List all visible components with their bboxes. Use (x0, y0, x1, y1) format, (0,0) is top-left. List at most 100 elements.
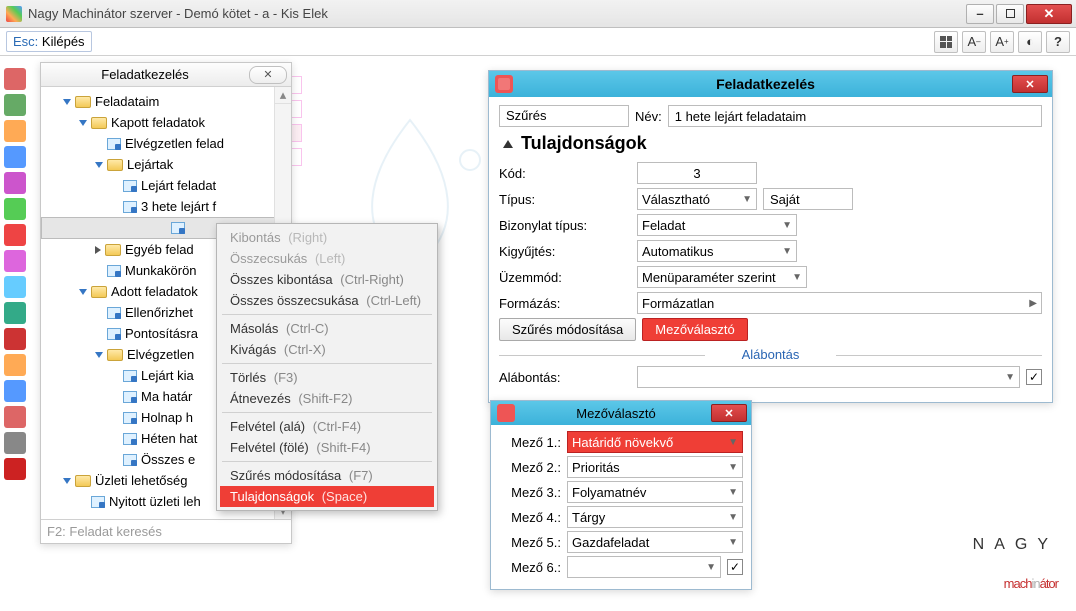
folder-icon (107, 349, 123, 361)
tree-item-label: Pontosításra (125, 326, 198, 341)
grid-view-button[interactable] (934, 31, 958, 53)
field-chooser-title: Mezőválasztó (521, 406, 711, 421)
tree-twisty-icon[interactable] (95, 162, 103, 168)
context-menu: Kibontás (Right)Összecsukás (Left)Összes… (216, 223, 438, 511)
tree-item-label: Adott feladatok (111, 284, 198, 299)
tree-item[interactable]: 3 hete lejárt f (41, 196, 291, 217)
sidebar-icon[interactable] (4, 406, 26, 428)
document-icon (123, 370, 137, 382)
font-decrease-button[interactable]: A– (962, 31, 986, 53)
tree-item[interactable]: Kapott feladatok (41, 112, 291, 133)
tree-twisty-icon[interactable] (95, 246, 101, 254)
context-menu-item[interactable]: Felvétel (alá) (Ctrl-F4) (220, 416, 434, 437)
context-menu-item[interactable]: Másolás (Ctrl-C) (220, 318, 434, 339)
context-menu-item[interactable]: Összes kibontása (Ctrl-Right) (220, 269, 434, 290)
document-icon (171, 222, 185, 234)
tree-twisty-icon[interactable] (63, 99, 71, 105)
tree-twisty-icon[interactable] (95, 352, 103, 358)
sidebar-icon[interactable] (4, 458, 26, 480)
kod-input[interactable] (637, 162, 757, 184)
mezo-select[interactable]: Folyamatnév▼ (567, 481, 743, 503)
tree-item[interactable]: Elvégzetlen felad (41, 133, 291, 154)
tipus-own-input[interactable] (763, 188, 853, 210)
mezo-select[interactable]: Tárgy▼ (567, 506, 743, 528)
alabontas-select[interactable]: ▼ (637, 366, 1020, 388)
document-icon (123, 201, 137, 213)
tree-twisty-icon[interactable] (79, 120, 87, 126)
mezo-check[interactable]: ✓ (727, 559, 743, 575)
field-chooser-icon (497, 404, 515, 422)
kod-label: Kód: (499, 166, 631, 181)
properties-window-title: Feladatkezelés (519, 76, 1012, 92)
kigy-select[interactable]: Automatikus▼ (637, 240, 797, 262)
group-collapse-icon[interactable] (503, 140, 513, 148)
sidebar-icon[interactable] (4, 224, 26, 246)
tree-item[interactable]: Lejártak (41, 154, 291, 175)
sidebar-icon[interactable] (4, 328, 26, 350)
alabontas-check[interactable]: ✓ (1026, 369, 1042, 385)
context-menu-item[interactable]: Összes összecsukása (Ctrl-Left) (220, 290, 434, 311)
uzemmod-select[interactable]: Menüparaméter szerint▼ (637, 266, 807, 288)
maximize-button[interactable] (996, 4, 1024, 24)
tree-item-label: Elvégzetlen (127, 347, 194, 362)
tipus-label: Típus: (499, 192, 631, 207)
sidebar-icon[interactable] (4, 354, 26, 376)
help-button[interactable]: ? (1046, 31, 1070, 53)
contrast-button[interactable]: ◐ (1018, 31, 1042, 53)
sidebar-icon[interactable] (4, 172, 26, 194)
mezo-select[interactable]: ▼ (567, 556, 721, 578)
formazas-select[interactable]: Formázatlan▶ (637, 292, 1042, 314)
name-label: Név: (635, 109, 662, 124)
sidebar-icon[interactable] (4, 68, 26, 90)
tree-twisty-icon[interactable] (63, 478, 71, 484)
mezo-select[interactable]: Gazdafeladat▼ (567, 531, 743, 553)
sidebar-icon[interactable] (4, 380, 26, 402)
sidebar-icon[interactable] (4, 146, 26, 168)
tree-item-label: Ma határ (141, 389, 192, 404)
left-icon-strip (4, 64, 30, 484)
sidebar-icon[interactable] (4, 250, 26, 272)
sidebar-icon[interactable] (4, 432, 26, 454)
mezo-select[interactable]: Prioritás▼ (567, 456, 743, 478)
name-input[interactable] (668, 105, 1042, 127)
tree-item-label: Kapott feladatok (111, 115, 205, 130)
uzemmod-label: Üzemmód: (499, 270, 631, 285)
context-menu-item[interactable]: Szűrés módosítása (F7) (220, 465, 434, 486)
field-chooser-window: Mezőválasztó ✕ Mező 1.:Határidő növekvő▼… (490, 400, 752, 590)
alabontas-divider: Alábontás (499, 347, 1042, 362)
field-chooser-close-button[interactable]: ✕ (711, 404, 747, 422)
minimize-button[interactable]: – (966, 4, 994, 24)
context-menu-item[interactable]: Kivágás (Ctrl-X) (220, 339, 434, 360)
tree-item-label: Nyitott üzleti leh (109, 494, 201, 509)
sidebar-icon[interactable] (4, 198, 26, 220)
tipus-select[interactable]: Választható▼ (637, 188, 757, 210)
biz-select[interactable]: Feladat▼ (637, 214, 797, 236)
context-menu-item[interactable]: Felvétel (fölé) (Shift-F4) (220, 437, 434, 458)
kigy-label: Kigyűjtés: (499, 244, 631, 259)
document-icon (123, 180, 137, 192)
tree-item-label: Holnap h (141, 410, 193, 425)
tree-twisty-icon[interactable] (79, 289, 87, 295)
close-button[interactable]: ✕ (1026, 4, 1072, 24)
mezo-row-label: Mező 3.: (499, 485, 561, 500)
tree-close-button[interactable]: ✕ (249, 66, 287, 84)
context-menu-item[interactable]: Tulajdonságok (Space) (220, 486, 434, 507)
mezo-select[interactable]: Határidő növekvő▼ (567, 431, 743, 453)
field-chooser-button[interactable]: Mezőválasztó (642, 318, 747, 341)
filter-edit-button[interactable]: Szűrés módosítása (499, 318, 636, 341)
tree-item-label: Héten hat (141, 431, 197, 446)
esc-exit-button[interactable]: Esc: Kilépés (6, 31, 92, 52)
tree-item-label: 3 hete lejárt f (141, 199, 216, 214)
tree-item-label: Lejárt feladat (141, 178, 216, 193)
properties-close-button[interactable]: ✕ (1012, 75, 1048, 93)
tree-item[interactable]: Lejárt feladat (41, 175, 291, 196)
sidebar-icon[interactable] (4, 94, 26, 116)
sidebar-icon[interactable] (4, 276, 26, 298)
context-menu-item[interactable]: Átnevezés (Shift-F2) (220, 388, 434, 409)
context-menu-item[interactable]: Törlés (F3) (220, 367, 434, 388)
sidebar-icon[interactable] (4, 120, 26, 142)
sidebar-icon[interactable] (4, 302, 26, 324)
tree-item-label: Üzleti lehetőség (95, 473, 188, 488)
font-increase-button[interactable]: A+ (990, 31, 1014, 53)
tree-item[interactable]: Feladataim (41, 91, 291, 112)
